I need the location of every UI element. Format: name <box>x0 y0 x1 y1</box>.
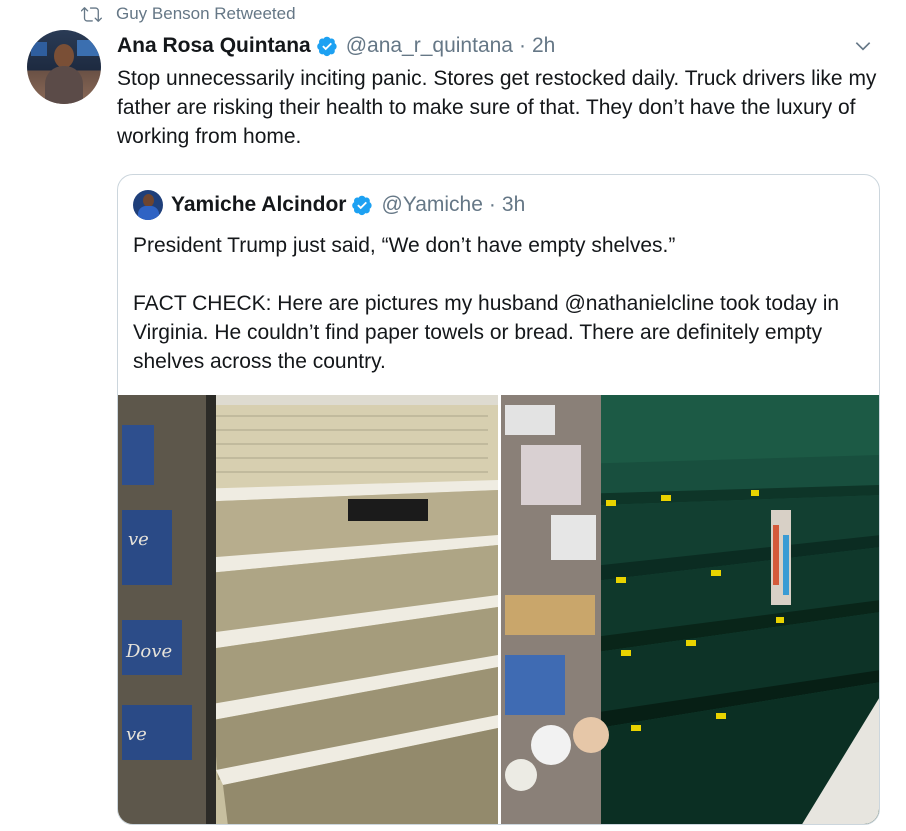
chevron-down-icon[interactable] <box>850 33 876 59</box>
verified-badge-icon <box>316 35 338 57</box>
author-handle[interactable]: @ana_r_quintana <box>346 34 513 58</box>
empty-shelves-photo-left[interactable]: ve Dove ve <box>118 395 498 824</box>
quoted-author-name: Yamiche Alcindor <box>171 193 347 216</box>
retweet-icon <box>80 3 102 25</box>
svg-text:Dove: Dove <box>125 641 172 662</box>
author-name[interactable]: Ana Rosa Quintana <box>117 34 311 58</box>
svg-text:ve: ve <box>128 529 149 550</box>
verified-badge-icon <box>351 194 373 216</box>
quoted-paragraph: FACT CHECK: Here are pictures my husband… <box>133 292 840 373</box>
retweet-context: Guy Benson Retweeted <box>80 3 296 25</box>
retweet-label[interactable]: Guy Benson Retweeted <box>116 4 296 24</box>
quoted-tweet-text: President Trump just said, “We don’t hav… <box>133 231 868 405</box>
author-avatar[interactable] <box>27 30 101 104</box>
tweet-timestamp[interactable]: 2h <box>532 34 555 58</box>
tweet-header: Ana Rosa Quintana @ana_r_quintana · 2h <box>117 33 876 59</box>
quoted-tweet[interactable]: Yamiche Alcindor @Yamiche · 3h President… <box>117 174 880 825</box>
quoted-paragraph: President Trump just said, “We don’t hav… <box>133 234 676 257</box>
svg-text:ve: ve <box>126 724 147 745</box>
media-grid: ve Dove ve <box>118 395 879 824</box>
quoted-tweet-timestamp: 3h <box>501 193 526 216</box>
empty-shelves-photo-right[interactable] <box>501 395 879 824</box>
tweet-text: Stop unnecessarily inciting panic. Store… <box>117 67 877 148</box>
separator-dot: · <box>519 34 526 57</box>
separator-dot: · <box>488 193 496 216</box>
quoted-tweet-header: Yamiche Alcindor @Yamiche · 3h <box>133 190 525 220</box>
quoted-author-handle: @Yamiche <box>381 193 483 216</box>
quoted-author-avatar <box>133 190 163 220</box>
